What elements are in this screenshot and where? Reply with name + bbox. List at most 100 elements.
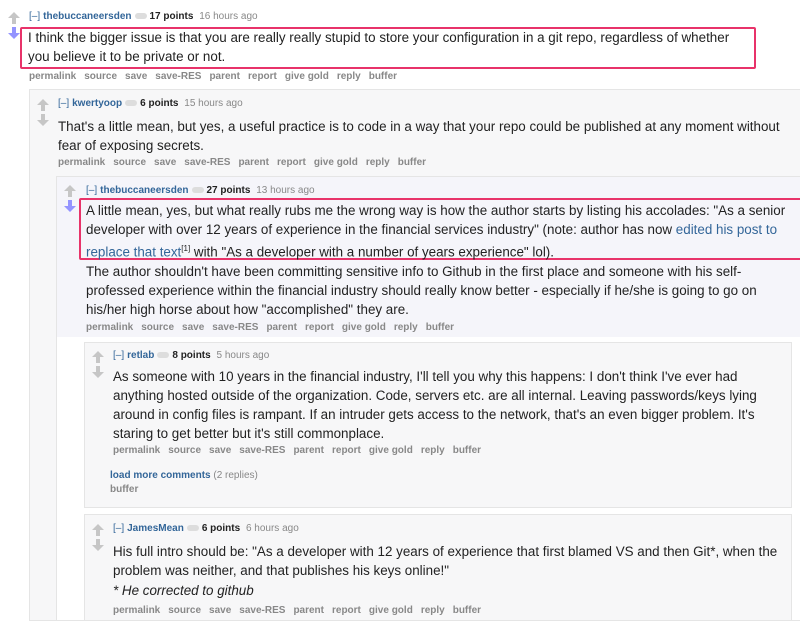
up-arrow-icon[interactable] [64,185,76,197]
flair-icon [134,13,147,20]
author-link[interactable]: JamesMean [127,523,184,534]
comment-body-paragraph-2: The author shouldn't have been committin… [86,264,757,317]
save-res-button[interactable]: save-RES [184,157,230,168]
parent-button[interactable]: parent [293,605,324,616]
parent-button[interactable]: parent [266,322,297,333]
save-button[interactable]: save [125,71,147,82]
comment-body: His full intro should be: "As a develope… [113,544,778,578]
report-button[interactable]: report [248,71,277,82]
save-res-button[interactable]: save-RES [155,71,201,82]
comment-tagline: [–] kwertyoop 6 points 15 hours ago [58,98,243,109]
up-arrow-icon[interactable] [37,99,49,111]
score: 8 points [172,350,211,361]
reply-button[interactable]: reply [421,445,445,456]
buffer-button[interactable]: buffer [110,484,138,495]
flair-icon [186,525,199,532]
reply-button[interactable]: reply [421,605,445,616]
parent-button[interactable]: parent [209,71,240,82]
report-button[interactable]: report [277,157,306,168]
timestamp: 13 hours ago [256,185,315,196]
parent-button[interactable]: parent [293,445,324,456]
reply-button[interactable]: reply [337,71,361,82]
author-link[interactable]: thebuccaneersden [100,185,188,196]
score: 27 points [206,185,251,196]
report-button[interactable]: report [305,322,334,333]
collapse-toggle[interactable]: [–] [113,350,124,361]
comment-tagline: [–] thebuccaneersden 27 points 13 hours ag… [86,185,315,196]
source-button[interactable]: source [168,445,201,456]
comment-actions: permalink source save save-RES parent report g… [29,71,405,82]
save-button[interactable]: save [209,445,231,456]
save-res-button[interactable]: save-RES [212,322,258,333]
down-arrow-icon[interactable] [37,114,49,126]
source-button[interactable]: source [84,71,117,82]
timestamp: 5 hours ago [216,350,270,361]
save-res-button[interactable]: save-RES [239,605,285,616]
author-link[interactable]: kwertyoop [72,98,122,109]
load-more-actions: buffer [110,484,146,495]
author-link[interactable]: thebuccaneersden [43,11,131,22]
save-button[interactable]: save [154,157,176,168]
give-gold-button[interactable]: give gold [369,445,413,456]
flair-icon [125,100,138,107]
permalink-button[interactable]: permalink [113,445,160,456]
comment-tagline: [–] thebuccaneersden 17 points 16 hours ag… [29,11,258,22]
comment-actions: permalink source save save-RES parent report g… [86,322,462,333]
permalink-button[interactable]: permalink [113,605,160,616]
down-arrow-icon[interactable] [64,200,76,212]
comment-body: I think the bigger issue is that you are… [28,30,730,64]
author-link[interactable]: retlab [127,350,154,361]
give-gold-button[interactable]: give gold [369,605,413,616]
down-arrow-icon[interactable] [8,27,20,39]
give-gold-button[interactable]: give gold [342,322,386,333]
buffer-button[interactable]: buffer [453,445,481,456]
score: 17 points [149,11,194,22]
up-arrow-icon[interactable] [8,12,20,24]
load-more-comments: load more comments (2 replies) [110,470,258,481]
parent-button[interactable]: parent [238,157,269,168]
comment-actions: permalink source save save-RES parent report g… [113,445,489,456]
load-more-link[interactable]: load more comments [110,470,211,481]
buffer-button[interactable]: buffer [426,322,454,333]
up-arrow-icon[interactable] [92,524,104,536]
give-gold-button[interactable]: give gold [314,157,358,168]
buffer-button[interactable]: buffer [369,71,397,82]
comment-body: That's a little mean, but yes, a useful … [58,119,780,153]
down-arrow-icon[interactable] [92,539,104,551]
flair-icon [157,352,170,359]
save-res-button[interactable]: save-RES [239,445,285,456]
report-button[interactable]: report [332,605,361,616]
comment-text: with "As a developer with a number of ye… [190,244,554,260]
collapse-toggle[interactable]: [–] [29,11,40,22]
footnote-ref[interactable]: [1] [181,244,190,253]
comment-actions: permalink source save save-RES parent report g… [58,157,434,168]
buffer-button[interactable]: buffer [453,605,481,616]
collapse-toggle[interactable]: [–] [58,98,69,109]
flair-icon [191,187,204,194]
save-button[interactable]: save [209,605,231,616]
collapse-toggle[interactable]: [–] [86,185,97,196]
source-button[interactable]: source [113,157,146,168]
report-button[interactable]: report [332,445,361,456]
comment-actions: permalink source save save-RES parent report g… [113,605,489,616]
comment-tagline: [–] retlab 8 points 5 hours ago [113,350,269,361]
permalink-button[interactable]: permalink [58,157,105,168]
comment-body: A little mean, yes, but what really rubs… [86,201,798,261]
source-button[interactable]: source [141,322,174,333]
up-arrow-icon[interactable] [92,351,104,363]
buffer-button[interactable]: buffer [398,157,426,168]
comment-body: As someone with 10 years in the financia… [113,369,757,441]
save-button[interactable]: save [182,322,204,333]
load-more-count: (2 replies) [213,470,258,481]
source-button[interactable]: source [168,605,201,616]
reply-button[interactable]: reply [394,322,418,333]
permalink-button[interactable]: permalink [86,322,133,333]
score: 6 points [140,98,179,109]
comment-note: * He corrected to github [113,583,254,598]
collapse-toggle[interactable]: [–] [113,523,124,534]
score: 6 points [201,523,241,534]
give-gold-button[interactable]: give gold [285,71,329,82]
permalink-button[interactable]: permalink [29,71,76,82]
reply-button[interactable]: reply [366,157,390,168]
down-arrow-icon[interactable] [92,366,104,378]
